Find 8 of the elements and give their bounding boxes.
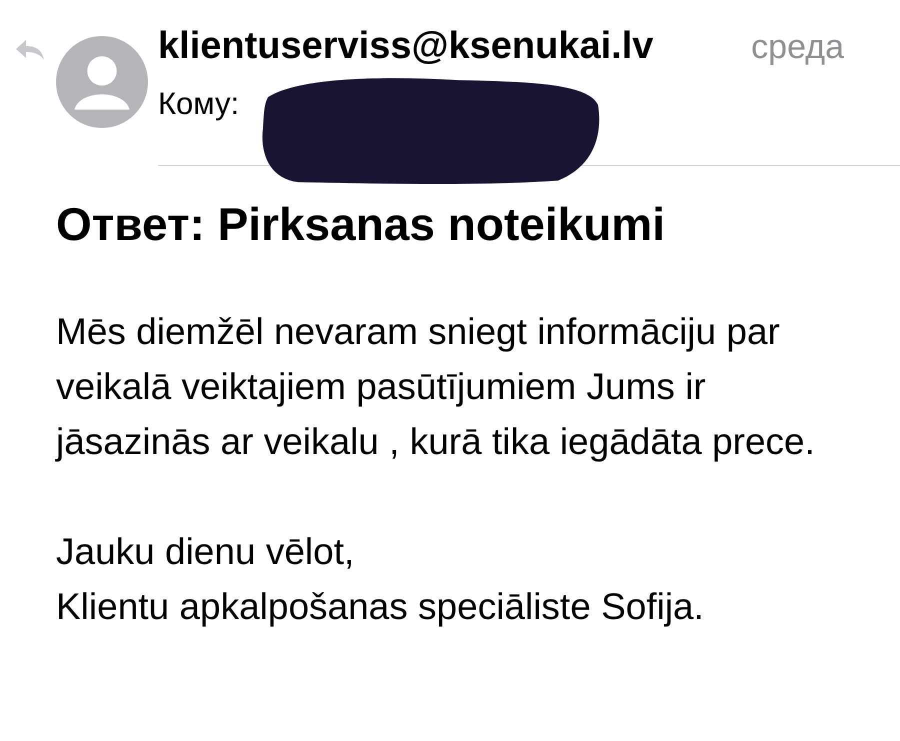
email-date: среда: [751, 27, 844, 68]
to-label: Кому:: [158, 85, 240, 123]
email-paragraph: Jauku dienu vēlot, Klientu apkalpošanas speciāliste Sofija.: [56, 530, 705, 629]
avatar-icon: [56, 36, 148, 128]
reply-icon[interactable]: [14, 38, 46, 62]
sender-email[interactable]: klientuserviss@ksenukai.lv: [158, 23, 654, 69]
email-paragraph: Mēs diemžēl nevaram sniegt informāciju par veikalā veiktajiem pasūtījumiem Jums ir jāsazinās ar veikalu , kurā tika iegādāta prece.: [56, 310, 816, 464]
email-subject: Ответ: Pirksanas noteikumi: [55, 197, 666, 252]
